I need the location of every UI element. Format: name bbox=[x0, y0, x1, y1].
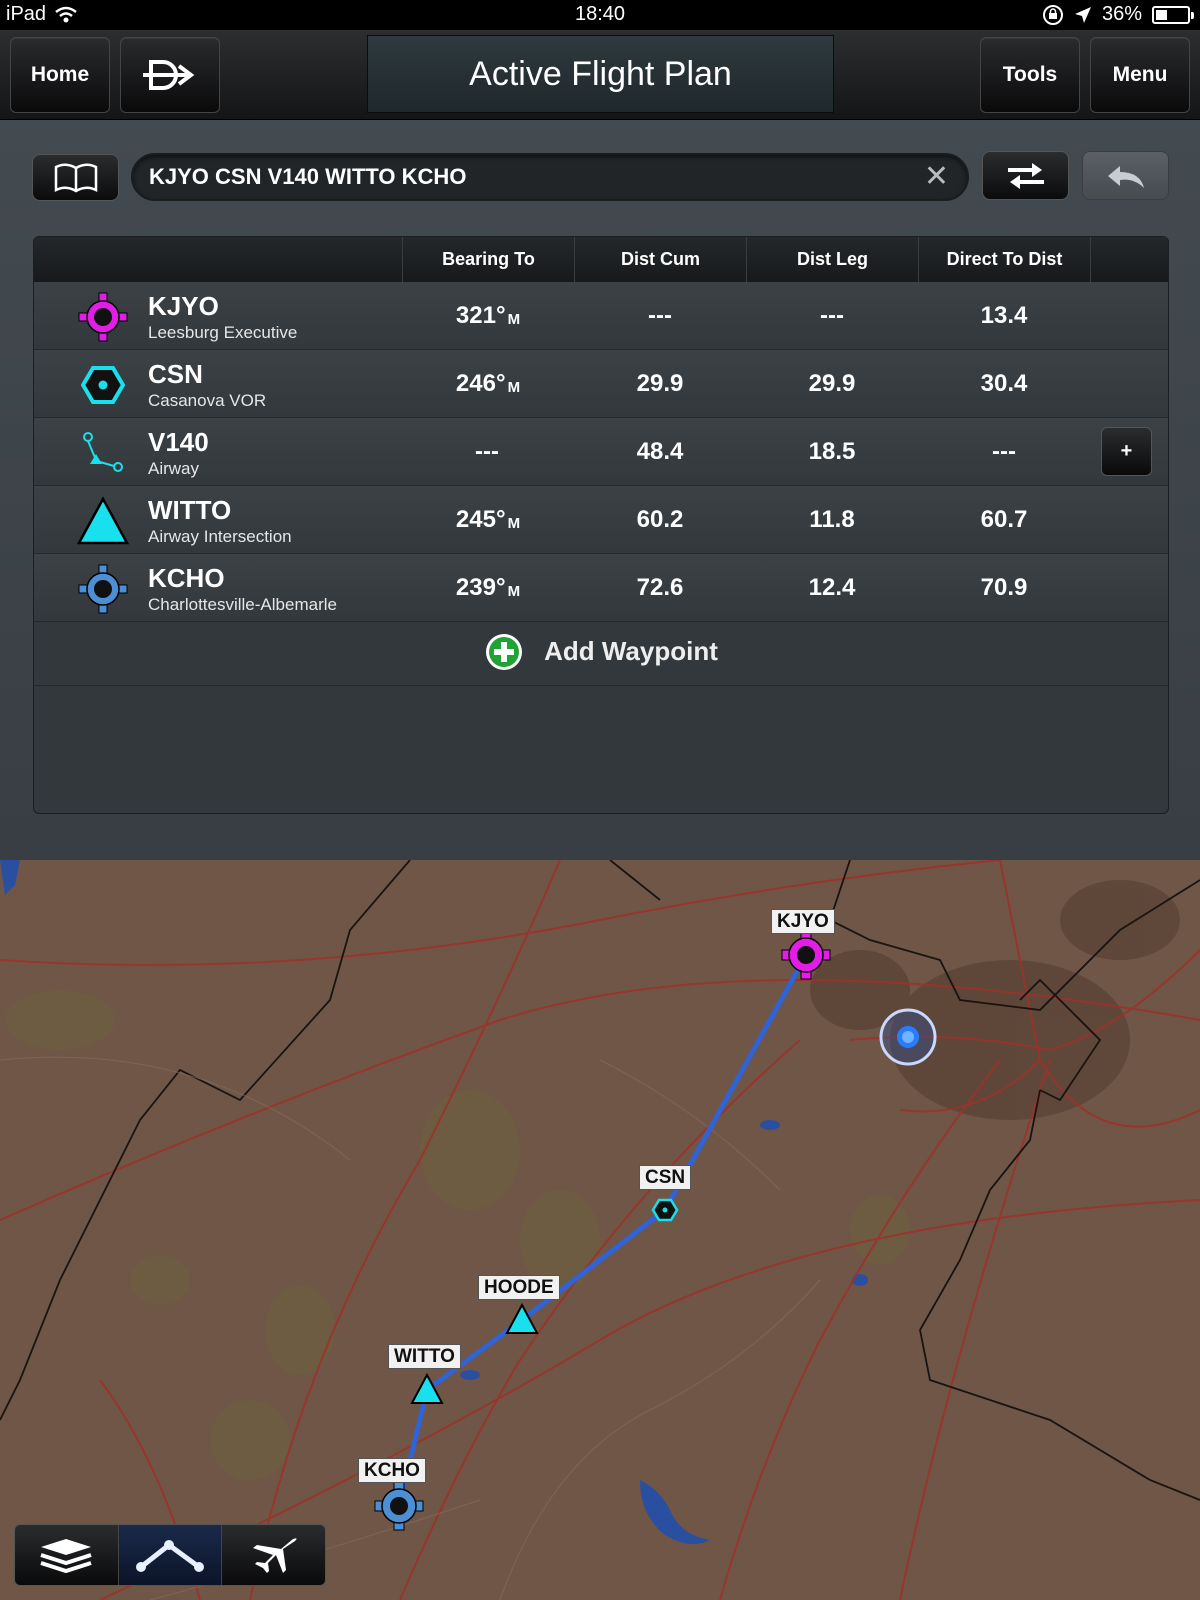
header-dist-leg: Dist Leg bbox=[746, 237, 918, 282]
waypoint-description: Airway Intersection bbox=[148, 527, 292, 546]
water-bodies bbox=[0, 860, 868, 1544]
header-spacer bbox=[1090, 237, 1168, 282]
add-plus-icon bbox=[486, 633, 523, 670]
vor-icon bbox=[76, 360, 130, 410]
page-title: Active Flight Plan bbox=[367, 35, 834, 113]
route-map[interactable]: KJYO CSN HOODE WITTO KCHO bbox=[0, 860, 1200, 1600]
bearing-to-value: 246° M bbox=[455, 370, 521, 397]
dist-leg-value: --- bbox=[820, 302, 844, 329]
dist-leg-value: 11.8 bbox=[809, 506, 855, 533]
intersection-icon bbox=[76, 496, 130, 546]
dist-leg-value: 12.4 bbox=[808, 574, 856, 601]
airport-blue-icon bbox=[76, 564, 130, 614]
airway-icon bbox=[76, 428, 130, 478]
rotation-lock-icon bbox=[1042, 4, 1063, 25]
add-waypoint-button[interactable]: Add Waypoint bbox=[34, 618, 1168, 686]
map-label-kjyo: KJYO bbox=[771, 909, 835, 934]
waypoint-description: Leesburg Executive bbox=[148, 323, 298, 342]
dist-cum-value: 60.2 bbox=[636, 506, 684, 533]
flight-plan-mode-button[interactable] bbox=[117, 1525, 222, 1585]
swap-arrows-icon bbox=[1007, 162, 1044, 189]
airport-magenta-icon bbox=[76, 292, 130, 342]
battery-icon bbox=[1152, 5, 1194, 24]
direct-to-dist-value: 30.4 bbox=[980, 370, 1028, 397]
waypoint-ident: V140 bbox=[148, 427, 209, 457]
waypoint-description: Airway bbox=[148, 459, 200, 478]
map-layers-button[interactable] bbox=[15, 1525, 118, 1585]
header-direct-to-dist: Direct To Dist bbox=[918, 237, 1090, 282]
dist-cum-value: 48.4 bbox=[636, 438, 684, 465]
kcho-marker-icon[interactable] bbox=[374, 1481, 424, 1531]
status-time: 18:40 bbox=[574, 3, 626, 25]
csn-marker-icon[interactable] bbox=[651, 1198, 679, 1222]
procedures-book-button[interactable] bbox=[32, 154, 119, 201]
bearing-to-value: 321° M bbox=[455, 302, 521, 329]
home-button[interactable]: Home bbox=[10, 37, 110, 113]
map-label-witto: WITTO bbox=[388, 1344, 461, 1369]
undo-button[interactable] bbox=[1082, 151, 1169, 200]
clear-route-icon[interactable]: ✕ bbox=[924, 162, 949, 192]
map-label-kcho: KCHO bbox=[358, 1458, 426, 1483]
route-text: KJYO CSN V140 WITTO KCHO bbox=[149, 164, 467, 189]
direct-to-dist-value: --- bbox=[992, 438, 1016, 465]
add-waypoint-label: Add Waypoint bbox=[544, 636, 718, 666]
waypoint-description: Casanova VOR bbox=[148, 391, 267, 410]
tools-button[interactable]: Tools bbox=[980, 37, 1080, 113]
table-row[interactable]: KJYO Leesburg Executive 321° M --- --- 13… bbox=[34, 282, 1168, 350]
direct-to-dist-value: 13.4 bbox=[980, 302, 1028, 329]
waypoint-ident: WITTO bbox=[148, 495, 232, 525]
reverse-route-button[interactable] bbox=[982, 151, 1069, 200]
dist-leg-value: 29.9 bbox=[808, 370, 856, 397]
dist-cum-value: --- bbox=[648, 302, 672, 329]
track-up-mode-button[interactable] bbox=[221, 1525, 325, 1585]
route-icon bbox=[136, 1540, 204, 1572]
location-arrow-icon bbox=[1074, 6, 1091, 23]
table-row[interactable]: KCHO Charlottesville-Albemarle 239° M 72.… bbox=[34, 554, 1168, 622]
map-canvas bbox=[0, 860, 1200, 1600]
status-bar: iPad 18:40 36% bbox=[0, 0, 1200, 30]
expand-airway-button[interactable]: + bbox=[1101, 427, 1152, 476]
waypoint-ident: CSN bbox=[148, 359, 203, 389]
ownship-position-icon[interactable] bbox=[879, 1008, 937, 1066]
bearing-to-value: --- bbox=[475, 438, 499, 465]
menu-button[interactable]: Menu bbox=[1090, 37, 1190, 113]
waypoint-ident: KJYO bbox=[148, 291, 219, 321]
layers-icon bbox=[40, 1539, 92, 1574]
waypoint-description: Charlottesville-Albemarle bbox=[148, 595, 337, 614]
waypoint-ident: KCHO bbox=[148, 563, 225, 593]
top-toolbar: Home Active Flight Plan Tools Menu bbox=[0, 30, 1200, 120]
flight-plan-table: Bearing To Dist Cum Dist Leg Direct To D… bbox=[33, 236, 1169, 814]
map-label-hoode: HOODE bbox=[478, 1275, 560, 1300]
flight-plan-panel: KJYO CSN V140 WITTO KCHO ✕ Bearing To Di… bbox=[0, 120, 1200, 860]
book-icon bbox=[54, 163, 97, 192]
battery-percent: 36% bbox=[1101, 3, 1142, 25]
dist-leg-value: 18.5 bbox=[808, 438, 856, 465]
header-bearing-to: Bearing To bbox=[402, 237, 574, 282]
table-header: Bearing To Dist Cum Dist Leg Direct To D… bbox=[34, 237, 1168, 282]
dist-cum-value: 29.9 bbox=[636, 370, 684, 397]
table-row[interactable]: CSN Casanova VOR 246° M 29.9 29.9 30.4 bbox=[34, 350, 1168, 418]
urban-areas bbox=[810, 880, 1180, 1120]
map-mode-bar bbox=[14, 1524, 326, 1586]
table-row[interactable]: WITTO Airway Intersection 245° M 60.2 11.… bbox=[34, 486, 1168, 554]
table-row[interactable]: V140 Airway --- 48.4 18.5 --- + bbox=[34, 418, 1168, 486]
header-dist-cum: Dist Cum bbox=[574, 237, 746, 282]
dist-cum-value: 72.6 bbox=[636, 574, 684, 601]
route-input[interactable]: KJYO CSN V140 WITTO KCHO ✕ bbox=[131, 153, 969, 201]
bearing-to-value: 245° M bbox=[455, 506, 521, 533]
airplane-icon bbox=[252, 1538, 297, 1573]
direct-to-icon bbox=[143, 60, 195, 90]
direct-to-dist-value: 70.9 bbox=[980, 574, 1028, 601]
direct-to-dist-value: 60.7 bbox=[980, 506, 1028, 533]
map-label-csn: CSN bbox=[639, 1165, 692, 1190]
undo-arrow-icon bbox=[1107, 165, 1144, 188]
route-line bbox=[396, 953, 809, 1507]
direct-to-button[interactable] bbox=[120, 37, 220, 113]
bearing-to-value: 239° M bbox=[455, 574, 521, 601]
